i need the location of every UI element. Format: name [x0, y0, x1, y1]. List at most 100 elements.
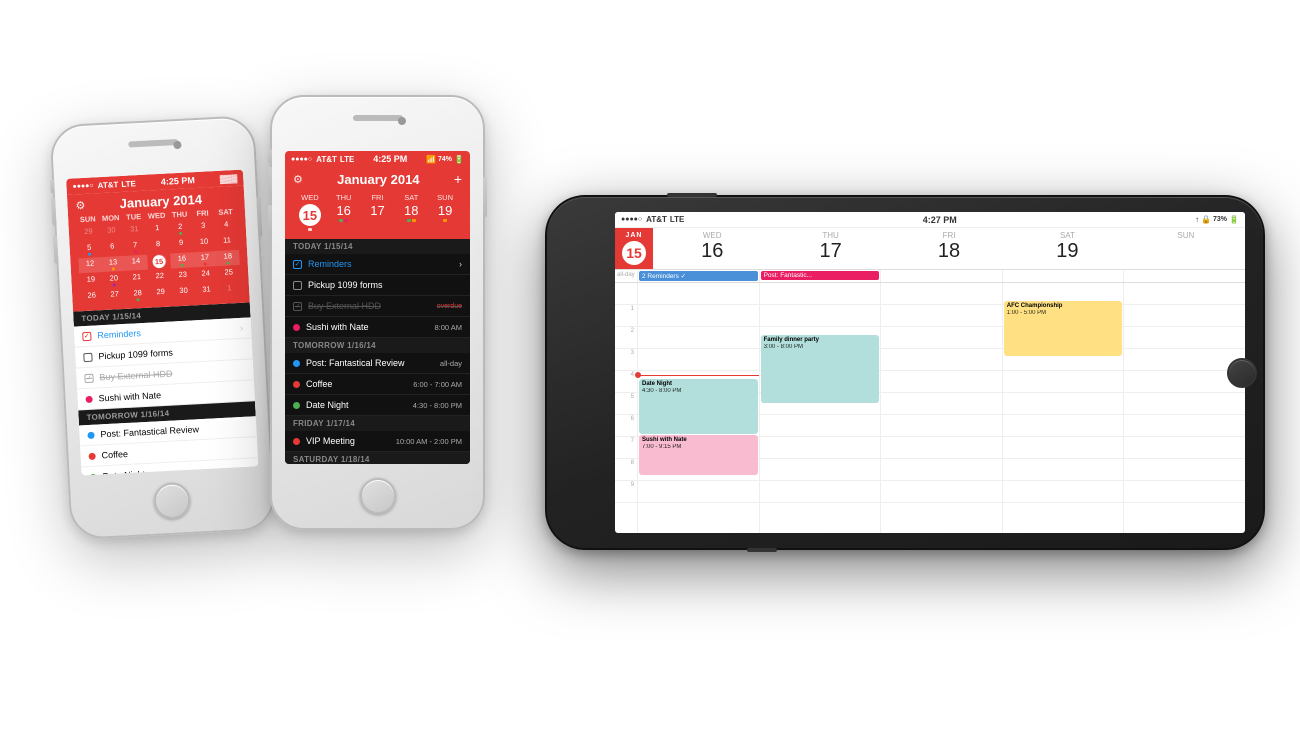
list-item[interactable]: Sushi with Nate 8:00 AM	[285, 317, 470, 338]
lock-icon: 🔒	[1201, 215, 1211, 224]
wifi-icon: 📶	[426, 155, 436, 164]
checkbox[interactable]: ✓	[82, 331, 91, 340]
item-label: Coffee	[101, 449, 128, 460]
section-today: TODAY 1/15/14	[285, 239, 470, 254]
status-bar-p3: ●●●●○ AT&T LTE 4:27 PM ↑ 🔒 73% 🔋	[615, 212, 1245, 228]
top-button[interactable]	[667, 193, 717, 197]
event-indicators	[339, 219, 348, 222]
item-label: Sushi with Nate	[98, 390, 161, 403]
event-dot	[87, 431, 94, 438]
event-family-dinner[interactable]: Family dinner party 3:00 - 8:00 PM	[761, 335, 880, 403]
week-day-sat[interactable]: SAT 18	[394, 189, 428, 235]
scene: ●●●●○ AT&T LTE 4:25 PM ▓▓▓ ⚙ January 201…	[0, 0, 1300, 750]
all-day-label: all-day	[615, 270, 637, 282]
event-dot	[293, 402, 300, 409]
status-left: ●●●●○ AT&T LTE	[291, 155, 354, 164]
time-labels: 1 2 3 4 5 6 7 8 9	[615, 283, 637, 533]
list-item[interactable]: ✓ Buy External HDD overdue	[285, 296, 470, 317]
col-header-sat[interactable]: SAT 19	[1008, 228, 1126, 269]
list-item[interactable]: Pickup 1099 forms	[285, 275, 470, 296]
item-label: Buy External HDD	[308, 301, 381, 311]
power-button[interactable]	[256, 197, 262, 237]
day-col-fri	[880, 283, 1002, 533]
event-dot	[90, 473, 97, 475]
network: LTE	[121, 179, 136, 189]
speaker	[128, 139, 178, 148]
settings-icon[interactable]: ⚙	[293, 173, 303, 186]
col-header-sun[interactable]: SUN	[1127, 228, 1245, 269]
status-bar-p2: ●●●●○ AT&T LTE 4:25 PM 📶 74% 🔋	[285, 151, 470, 167]
time-display: 4:25 PM	[373, 154, 407, 164]
signal-icon: ●●●●○	[621, 216, 642, 223]
event-afc[interactable]: AFC Championship 1:00 - 5:00 PM	[1004, 301, 1123, 356]
vol-up-button[interactable]	[51, 197, 56, 225]
home-button[interactable]	[1227, 358, 1257, 388]
week-day-wed[interactable]: WED 15	[293, 189, 327, 235]
camera	[398, 117, 406, 125]
checkbox[interactable]: ✓	[293, 260, 302, 269]
item-label: Sushi with Nate	[306, 322, 369, 332]
day-col-wed: Date Night 4:30 - 8:00 PM Sushi with Nat…	[637, 283, 759, 533]
battery-icon: 🔋	[454, 155, 464, 164]
section-tomorrow: TOMORROW 1/16/14	[285, 338, 470, 353]
item-label: Buy External HDD	[99, 369, 172, 383]
jan-block: JAN 15	[615, 228, 653, 269]
event-indicators	[308, 228, 312, 231]
week-day-thu[interactable]: THU 16	[327, 189, 361, 235]
month-title: January 2014	[303, 172, 454, 187]
status-left: ●●●●○ AT&T LTE	[72, 179, 136, 191]
item-label: Reminders	[97, 328, 141, 340]
event-time: 6:00 - 7:00 AM	[413, 380, 462, 389]
event-sushi[interactable]: Sushi with Nate 7:00 - 9:15 PM	[639, 435, 758, 475]
week-day-fri[interactable]: FRI 17	[361, 189, 395, 235]
event-time: 10:00 AM - 2:00 PM	[396, 437, 462, 446]
list-item[interactable]: ✓ Reminders ›	[285, 254, 470, 275]
section-saturday: SATURDAY 1/18/14	[285, 452, 470, 464]
add-event-icon[interactable]: +	[454, 171, 462, 187]
phone2-screen: ●●●●○ AT&T LTE 4:25 PM 📶 74% 🔋 ⚙ January…	[285, 151, 470, 464]
settings-icon[interactable]: ⚙	[75, 199, 86, 212]
phone1-screen: ●●●●○ AT&T LTE 4:25 PM ▓▓▓ ⚙ January 201…	[66, 170, 258, 476]
event-dot	[293, 438, 300, 445]
list-item[interactable]: Date Night 4:30 - 8:00 PM	[285, 395, 470, 416]
event-date-night[interactable]: Date Night 4:30 - 8:00 PM	[639, 379, 758, 434]
vol-down-button[interactable]	[268, 205, 272, 233]
col-header-wed[interactable]: WED 16	[653, 228, 771, 269]
list-item[interactable]: Coffee 6:00 - 7:00 AM	[285, 374, 470, 395]
vol-down-button[interactable]	[53, 235, 58, 263]
col-header-thu[interactable]: THU 17	[771, 228, 889, 269]
month-label: JAN	[625, 232, 642, 239]
event-indicators	[443, 219, 447, 222]
item-label: Post: Fantastical Review	[100, 424, 199, 439]
mute-button[interactable]	[268, 149, 272, 163]
all-day-thu: Post: Fantastic...	[759, 270, 881, 282]
network: LTE	[340, 155, 355, 164]
list-item[interactable]: VIP Meeting 10:00 AM - 2:00 PM	[285, 431, 470, 452]
checkbox[interactable]: ✓	[84, 373, 93, 382]
week-col-headers: JAN 15 WED 16 THU 17 FRI 18	[615, 228, 1245, 270]
home-button[interactable]	[360, 478, 396, 514]
speaker	[353, 115, 403, 121]
time-display: 4:25 PM	[161, 175, 195, 187]
week-day-sun[interactable]: SUN 19	[428, 189, 462, 235]
carrier: AT&T	[646, 215, 667, 224]
mute-button[interactable]	[50, 179, 55, 193]
time-dot	[635, 372, 641, 378]
vol-up-button[interactable]	[268, 167, 272, 195]
battery-icon: ▓▓▓	[220, 173, 238, 183]
all-day-event[interactable]: Post: Fantastic...	[761, 271, 880, 280]
power-button[interactable]	[483, 177, 487, 217]
status-right: 📶 74% 🔋	[426, 155, 464, 164]
battery-text: 73%	[1213, 216, 1227, 223]
all-day-event[interactable]: 2 Reminders ✓	[639, 271, 758, 281]
checkbox[interactable]: ✓	[293, 302, 302, 311]
all-day-row: all-day 2 Reminders ✓ Post: Fantastic...	[615, 270, 1245, 283]
list-item[interactable]: Post: Fantastical Review all-day	[285, 353, 470, 374]
home-button[interactable]	[153, 482, 191, 520]
item-label: Date Night	[306, 400, 349, 410]
status-left: ●●●●○ AT&T LTE	[621, 215, 684, 224]
phone3: ●●●●○ AT&T LTE 4:27 PM ↑ 🔒 73% 🔋 JAN 15	[545, 195, 1265, 550]
checkbox[interactable]	[293, 281, 302, 290]
col-header-fri[interactable]: FRI 18	[890, 228, 1008, 269]
checkbox[interactable]	[83, 352, 92, 361]
